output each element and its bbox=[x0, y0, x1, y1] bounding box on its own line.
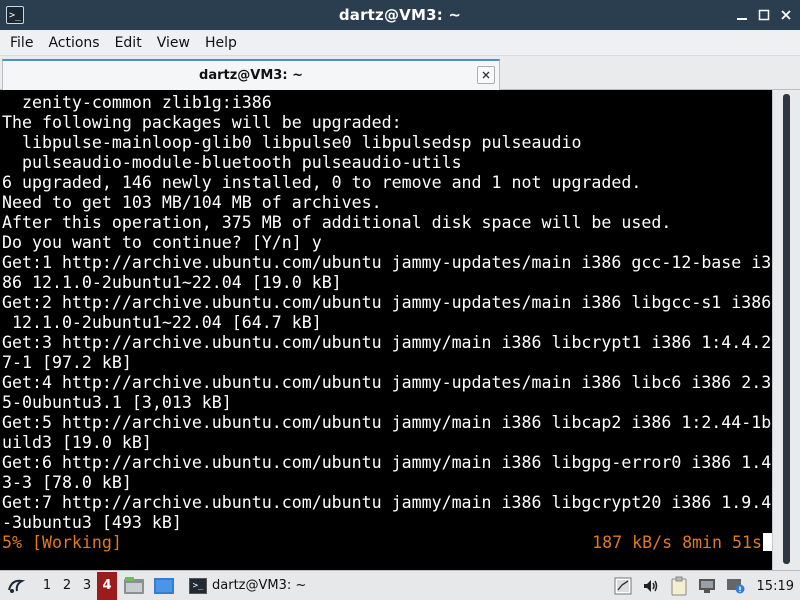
clipboard-icon[interactable] bbox=[665, 572, 693, 600]
download-rate-eta-text: 187 kB/s 8min 51s bbox=[592, 533, 762, 552]
menu-help[interactable]: Help bbox=[199, 35, 243, 51]
terminal-line: pulseaudio-module-bluetooth pulseaudio-u… bbox=[2, 153, 462, 172]
menu-file[interactable]: File bbox=[4, 35, 39, 51]
terminal-line: Get:5 http://archive.ubuntu.com/ubuntu j… bbox=[2, 413, 772, 432]
terminal-line: 6 upgraded, 146 newly installed, 0 to re… bbox=[2, 173, 642, 192]
close-icon[interactable] bbox=[776, 5, 796, 25]
system-tray: 15:19 bbox=[609, 571, 800, 600]
terminal-line: Get:4 http://archive.ubuntu.com/ubuntu j… bbox=[2, 373, 772, 392]
network-icon[interactable] bbox=[693, 572, 721, 600]
terminal-line: uild3 [19.0 kB] bbox=[2, 433, 152, 452]
taskbar-terminal-task[interactable]: >_ dartz@VM3: ~ bbox=[183, 573, 312, 599]
download-rate-eta: 187 kB/s 8min 51s bbox=[592, 533, 772, 553]
menu-edit[interactable]: Edit bbox=[109, 35, 148, 51]
menu-bar: File Actions Edit View Help bbox=[0, 30, 800, 56]
workspace-2[interactable]: 2 bbox=[57, 572, 77, 600]
terminal-line: 3-3 [78.0 kB] bbox=[2, 473, 132, 492]
terminal-cursor bbox=[763, 533, 772, 551]
terminal-line: Get:6 http://archive.ubuntu.com/ubuntu j… bbox=[2, 453, 772, 472]
terminal-line: Get:7 http://archive.ubuntu.com/ubuntu j… bbox=[2, 493, 772, 512]
window-titlebar[interactable]: >_ dartz@VM3: ~ bbox=[0, 0, 800, 30]
workspace-1[interactable]: 1 bbox=[37, 572, 57, 600]
sensor-icon[interactable] bbox=[609, 572, 637, 600]
terminal-line: zenity-common zlib1g:i386 bbox=[2, 93, 272, 112]
taskbar-task-label: dartz@VM3: ~ bbox=[212, 578, 307, 593]
terminal-line: 86 12.1.0-2ubuntu1~22.04 [19.0 kB] bbox=[2, 273, 342, 292]
apt-progress-status: 5% [Working] 187 kB/s 8min 51s bbox=[2, 533, 772, 553]
terminal-line: 7-1 [97.2 kB] bbox=[2, 353, 132, 372]
terminal-line: The following packages will be upgraded: bbox=[2, 113, 402, 132]
minimize-icon[interactable] bbox=[732, 5, 752, 25]
terminal-line: Do you want to continue? [Y/n] y bbox=[2, 233, 322, 252]
start-menu-icon[interactable] bbox=[3, 573, 29, 599]
window-controls bbox=[732, 5, 796, 25]
terminal-output[interactable]: zenity-common zlib1g:i386 The following … bbox=[0, 90, 772, 570]
menu-view[interactable]: View bbox=[151, 35, 196, 51]
terminal-line: Get:3 http://archive.ubuntu.com/ubuntu j… bbox=[2, 333, 772, 352]
terminal-app-icon: >_ bbox=[6, 6, 24, 24]
workspace-4[interactable]: 4 bbox=[97, 571, 117, 600]
tab-strip: dartz@VM3: ~ bbox=[0, 56, 800, 90]
terminal-task-icon: >_ bbox=[189, 577, 207, 594]
file-manager-icon[interactable] bbox=[121, 573, 147, 599]
maximize-icon[interactable] bbox=[754, 5, 774, 25]
clock[interactable]: 15:19 bbox=[749, 579, 800, 594]
terminal-line: Get:1 http://archive.ubuntu.com/ubuntu j… bbox=[2, 253, 772, 272]
menu-actions[interactable]: Actions bbox=[42, 35, 105, 51]
terminal-line: After this operation, 375 MB of addition… bbox=[2, 213, 672, 232]
volume-icon[interactable] bbox=[637, 572, 665, 600]
progress-percent-status: 5% [Working] bbox=[2, 533, 122, 552]
terminal-line: libpulse-mainloop-glib0 libpulse0 libpul… bbox=[2, 133, 582, 152]
terminal-line: Get:2 http://archive.ubuntu.com/ubuntu j… bbox=[2, 293, 772, 312]
tab-close-icon[interactable] bbox=[477, 66, 495, 84]
terminal-scrollbar[interactable] bbox=[772, 90, 800, 570]
desktop-icon[interactable] bbox=[151, 573, 177, 599]
window-title: dartz@VM3: ~ bbox=[338, 6, 462, 24]
update-notifier-icon[interactable] bbox=[721, 572, 749, 600]
terminal-line: Need to get 103 MB/104 MB of archives. bbox=[2, 193, 382, 212]
taskbar: 1 2 3 4 >_ dartz@VM3: ~ 15:19 bbox=[0, 570, 800, 600]
terminal-line: 5-0ubuntu3.1 [3,013 kB] bbox=[2, 393, 232, 412]
terminal-line: -3ubuntu3 [493 kB] bbox=[2, 513, 182, 532]
terminal-line: 12.1.0-2ubuntu1~22.04 [64.7 kB] bbox=[2, 313, 322, 332]
terminal-tab[interactable]: dartz@VM3: ~ bbox=[2, 59, 500, 90]
scrollbar-thumb[interactable] bbox=[783, 94, 790, 564]
tab-label: dartz@VM3: ~ bbox=[199, 68, 303, 83]
workspace-3[interactable]: 3 bbox=[77, 572, 97, 600]
